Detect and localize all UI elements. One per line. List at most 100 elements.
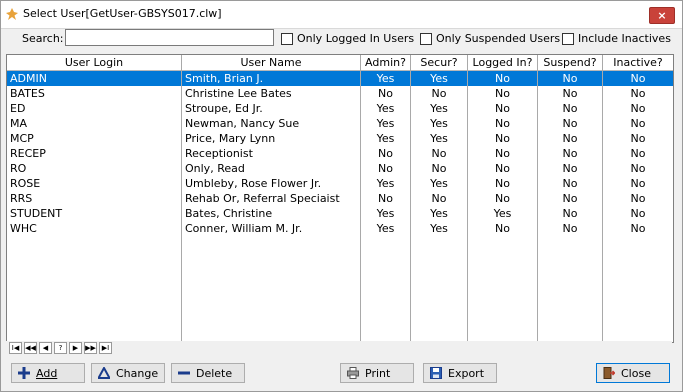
cell-secur: Yes — [430, 207, 448, 220]
only-logged-in-checkbox[interactable]: Only Logged In Users — [281, 32, 414, 45]
cell-user-login: STUDENT — [10, 207, 63, 220]
close-button-label: Close — [621, 367, 651, 380]
cell-user-login: ADMIN — [10, 72, 47, 85]
column-divider — [602, 55, 603, 342]
only-suspended-checkbox[interactable]: Only Suspended Users — [420, 32, 560, 45]
cell-user-name: Bates, Christine — [185, 207, 273, 220]
include-inactives-checkbox[interactable]: Include Inactives — [562, 32, 671, 45]
checkbox-box[interactable] — [562, 32, 574, 45]
table-row[interactable]: STUDENT Bates, Christine Yes Yes Yes No No — [7, 206, 673, 221]
table-row[interactable]: MA Newman, Nancy Sue Yes Yes No No No — [7, 116, 673, 131]
delete-button-label: Delete — [196, 367, 233, 380]
add-button[interactable]: Add — [11, 363, 85, 383]
print-button[interactable]: Print — [340, 363, 414, 383]
locate-button[interactable]: ? — [54, 342, 67, 354]
search-input[interactable] — [65, 29, 274, 46]
delete-button[interactable]: Delete — [171, 363, 245, 383]
last-page-button[interactable]: ▶I — [99, 342, 112, 354]
cell-user-name: Newman, Nancy Sue — [185, 117, 300, 130]
change-button[interactable]: Change — [91, 363, 165, 383]
add-button-label: Add — [36, 367, 58, 380]
close-button[interactable]: Close — [596, 363, 670, 383]
column-header-suspend[interactable]: Suspend? — [538, 55, 602, 70]
table-row[interactable]: ROSE Umbleby, Rose Flower Jr. Yes Yes No No No — [7, 176, 673, 191]
column-header-user-name[interactable]: User Name — [182, 55, 360, 70]
user-list-table[interactable]: User Login User Name Admin? Secur? Logge… — [6, 54, 674, 343]
prev-record-button[interactable]: ◀ — [39, 342, 52, 354]
column-header-logged-in[interactable]: Logged In? — [468, 55, 537, 70]
column-header-inactive[interactable]: Inactive? — [603, 55, 673, 70]
cell-secur: No — [431, 162, 447, 175]
cell-logged-in: No — [495, 102, 510, 115]
table-row[interactable]: RO Only, Read No No No No No — [7, 161, 673, 176]
cell-suspend: No — [562, 72, 578, 85]
cell-suspend: No — [562, 177, 578, 190]
print-button-label: Print — [365, 367, 391, 380]
cell-admin: Yes — [376, 222, 395, 235]
export-button-label: Export — [448, 367, 485, 380]
cell-user-name: Conner, William M. Jr. — [185, 222, 303, 235]
first-page-button[interactable]: I◀ — [9, 342, 22, 354]
cell-user-name: Only, Read — [185, 162, 245, 175]
cell-logged-in: No — [495, 132, 510, 145]
checkbox-box[interactable] — [420, 32, 432, 45]
cell-inactive: No — [630, 192, 646, 205]
cell-admin: Yes — [376, 72, 395, 85]
next-record-button[interactable]: ▶ — [69, 342, 82, 354]
printer-icon — [347, 367, 359, 379]
cell-logged-in: No — [495, 87, 510, 100]
table-header: User Login User Name Admin? Secur? Logge… — [7, 55, 673, 71]
cell-suspend: No — [562, 117, 578, 130]
cell-inactive: No — [630, 132, 646, 145]
table-row[interactable]: ADMIN Smith, Brian J. Yes Yes No No No — [7, 71, 673, 86]
table-row[interactable]: RECEP Receptionist No No No No No — [7, 146, 673, 161]
checkbox-label: Only Logged In Users — [297, 32, 415, 45]
cell-inactive: No — [630, 87, 646, 100]
cell-inactive: No — [630, 117, 646, 130]
cell-admin: Yes — [376, 207, 395, 220]
cell-secur: Yes — [430, 132, 448, 145]
cell-user-login: MA — [10, 117, 28, 130]
column-header-secur[interactable]: Secur? — [411, 55, 467, 70]
cell-secur: No — [431, 87, 447, 100]
next-page-button[interactable]: ▶▶ — [84, 342, 97, 354]
select-user-window: Select User[GetUser-GBSYS017.clw] × Sear… — [0, 0, 683, 392]
checkbox-label: Include Inactives — [578, 32, 671, 45]
cell-user-name: Receptionist — [185, 147, 253, 160]
cell-logged-in: No — [495, 162, 510, 175]
table-row[interactable]: MCP Price, Mary Lynn Yes Yes No No No — [7, 131, 673, 146]
cell-user-login: WHC — [10, 222, 37, 235]
cell-user-name: Smith, Brian J. — [185, 72, 264, 85]
change-button-label: Change — [116, 367, 159, 380]
cell-user-login: RO — [10, 162, 27, 175]
export-button[interactable]: Export — [423, 363, 497, 383]
table-row[interactable]: ED Stroupe, Ed Jr. Yes Yes No No No — [7, 101, 673, 116]
column-header-user-login[interactable]: User Login — [7, 55, 181, 70]
cell-logged-in: No — [495, 117, 510, 130]
cell-suspend: No — [562, 162, 578, 175]
cell-secur: Yes — [430, 222, 448, 235]
cell-inactive: No — [630, 162, 646, 175]
cell-user-name: Rehab Or, Referral Speciaist — [185, 192, 340, 205]
table-row[interactable]: BATES Christine Lee Bates No No No No No — [7, 86, 673, 101]
checkbox-box[interactable] — [281, 32, 293, 45]
window-close-button[interactable]: × — [649, 7, 675, 24]
column-divider — [360, 55, 361, 342]
cell-user-login: ROSE — [10, 177, 41, 190]
column-divider — [181, 55, 182, 342]
prev-page-button[interactable]: ◀◀ — [24, 342, 37, 354]
cell-user-login: RECEP — [10, 147, 46, 160]
column-header-admin[interactable]: Admin? — [361, 55, 410, 70]
column-divider — [410, 55, 411, 342]
cell-user-name: Stroupe, Ed Jr. — [185, 102, 263, 115]
app-icon — [6, 8, 18, 20]
cell-user-login: MCP — [10, 132, 34, 145]
cell-secur: Yes — [430, 177, 448, 190]
table-row[interactable]: WHC Conner, William M. Jr. Yes Yes No No No — [7, 221, 673, 236]
column-divider — [537, 55, 538, 342]
table-row[interactable]: RRS Rehab Or, Referral Speciaist No No No No N… — [7, 191, 673, 206]
cell-admin: Yes — [376, 132, 395, 145]
cell-secur: Yes — [430, 72, 448, 85]
cell-admin: Yes — [376, 177, 395, 190]
cell-logged-in: No — [495, 177, 510, 190]
